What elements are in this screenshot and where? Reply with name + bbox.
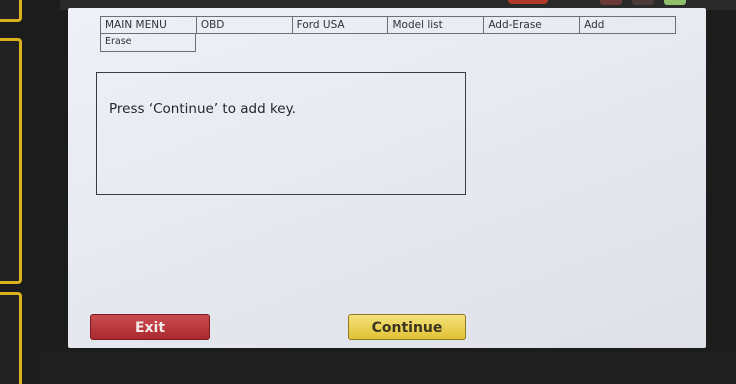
device-screen: MAIN MENU OBD Ford USA Model list Add-Er… — [68, 8, 706, 348]
breadcrumb-item-model-list[interactable]: Model list — [387, 17, 483, 33]
indicator-light-2 — [632, 0, 654, 5]
breadcrumb-item-ford-usa[interactable]: Ford USA — [291, 17, 388, 33]
breadcrumb-item-erase[interactable]: Erase — [100, 33, 196, 52]
red-indicator-light — [508, 0, 548, 4]
side-hardware-button-middle[interactable] — [0, 38, 22, 284]
side-hardware-button-bottom[interactable] — [0, 292, 22, 384]
breadcrumb-item-add-erase[interactable]: Add-Erase — [483, 17, 579, 33]
green-indicator-light — [664, 0, 686, 5]
breadcrumb-item-add[interactable]: Add — [579, 17, 675, 33]
key-programmer-device: MAIN MENU OBD Ford USA Model list Add-Er… — [0, 0, 736, 384]
breadcrumb-item-obd[interactable]: OBD — [195, 17, 292, 33]
dialog-message: Press ‘Continue’ to add key. — [109, 101, 296, 117]
message-dialog: Press ‘Continue’ to add key. — [96, 72, 466, 195]
indicator-light-1 — [600, 0, 622, 5]
side-hardware-button-top[interactable] — [0, 0, 22, 22]
breadcrumb: MAIN MENU OBD Ford USA Model list Add-Er… — [100, 16, 676, 34]
device-bottom-bezel — [40, 352, 736, 384]
breadcrumb-item-main-menu[interactable]: MAIN MENU — [101, 17, 196, 33]
continue-button[interactable]: Continue — [348, 314, 466, 340]
exit-button[interactable]: Exit — [90, 314, 210, 340]
